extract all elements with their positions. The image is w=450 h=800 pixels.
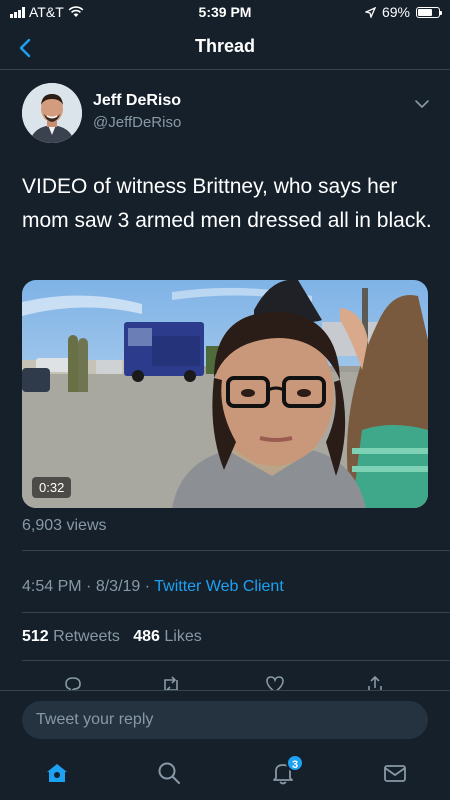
like-count: 486: [133, 628, 160, 645]
tweet-time: 4:54 PM: [22, 578, 82, 595]
status-right: 69%: [364, 4, 442, 20]
status-bar: AT&T 5:39 PM 69%: [0, 0, 450, 24]
location-arrow-icon: [364, 6, 376, 18]
divider: [22, 550, 450, 551]
tweet-stats: 512 Retweets 486 Likes: [22, 628, 202, 646]
meta-separator: ·: [86, 578, 92, 595]
retweet-count: 512: [22, 628, 49, 645]
chevron-down-icon[interactable]: [412, 94, 432, 114]
tweet-meta: 4:54 PM · 8/3/19 · Twitter Web Client: [22, 578, 284, 596]
notification-badge: 3: [286, 754, 304, 772]
home-icon[interactable]: [44, 760, 70, 786]
battery-icon: [416, 6, 442, 18]
notifications-tab[interactable]: 3: [270, 754, 304, 786]
tweet-date: 8/3/19: [95, 578, 141, 595]
reply-bar: [0, 690, 450, 746]
like-label: Likes: [164, 628, 202, 645]
reply-input[interactable]: [22, 701, 428, 739]
battery-fill: [418, 8, 432, 16]
video-duration: 0:32: [32, 477, 72, 498]
avatar-image: [22, 83, 82, 143]
view-count: 6,903 views: [22, 517, 107, 534]
author-handle[interactable]: @JeffDeRiso: [93, 114, 181, 131]
video-thumbnail: [22, 280, 428, 508]
search-icon[interactable]: [156, 760, 182, 786]
retweet-label: Retweets: [53, 628, 120, 645]
divider: [22, 612, 450, 613]
mail-icon[interactable]: [382, 760, 408, 786]
tab-bar: 3: [0, 746, 450, 800]
likes-stat[interactable]: 486 Likes: [133, 628, 202, 645]
divider: [22, 660, 450, 661]
avatar[interactable]: [22, 83, 82, 143]
tweet-text: VIDEO of witness Brittney, who says her …: [22, 175, 432, 232]
video-player[interactable]: 0:32: [22, 280, 428, 508]
author-name[interactable]: Jeff DeRiso: [93, 92, 181, 110]
battery-percent: 69%: [381, 4, 410, 20]
nav-bar: Thread: [0, 26, 450, 70]
action-bar: [0, 670, 450, 692]
meta-separator: ·: [144, 578, 151, 595]
retweets-stat[interactable]: 512 Retweets: [22, 628, 120, 645]
page-title: Thread: [194, 36, 255, 56]
client-link[interactable]: Twitter Web Client: [154, 578, 284, 595]
